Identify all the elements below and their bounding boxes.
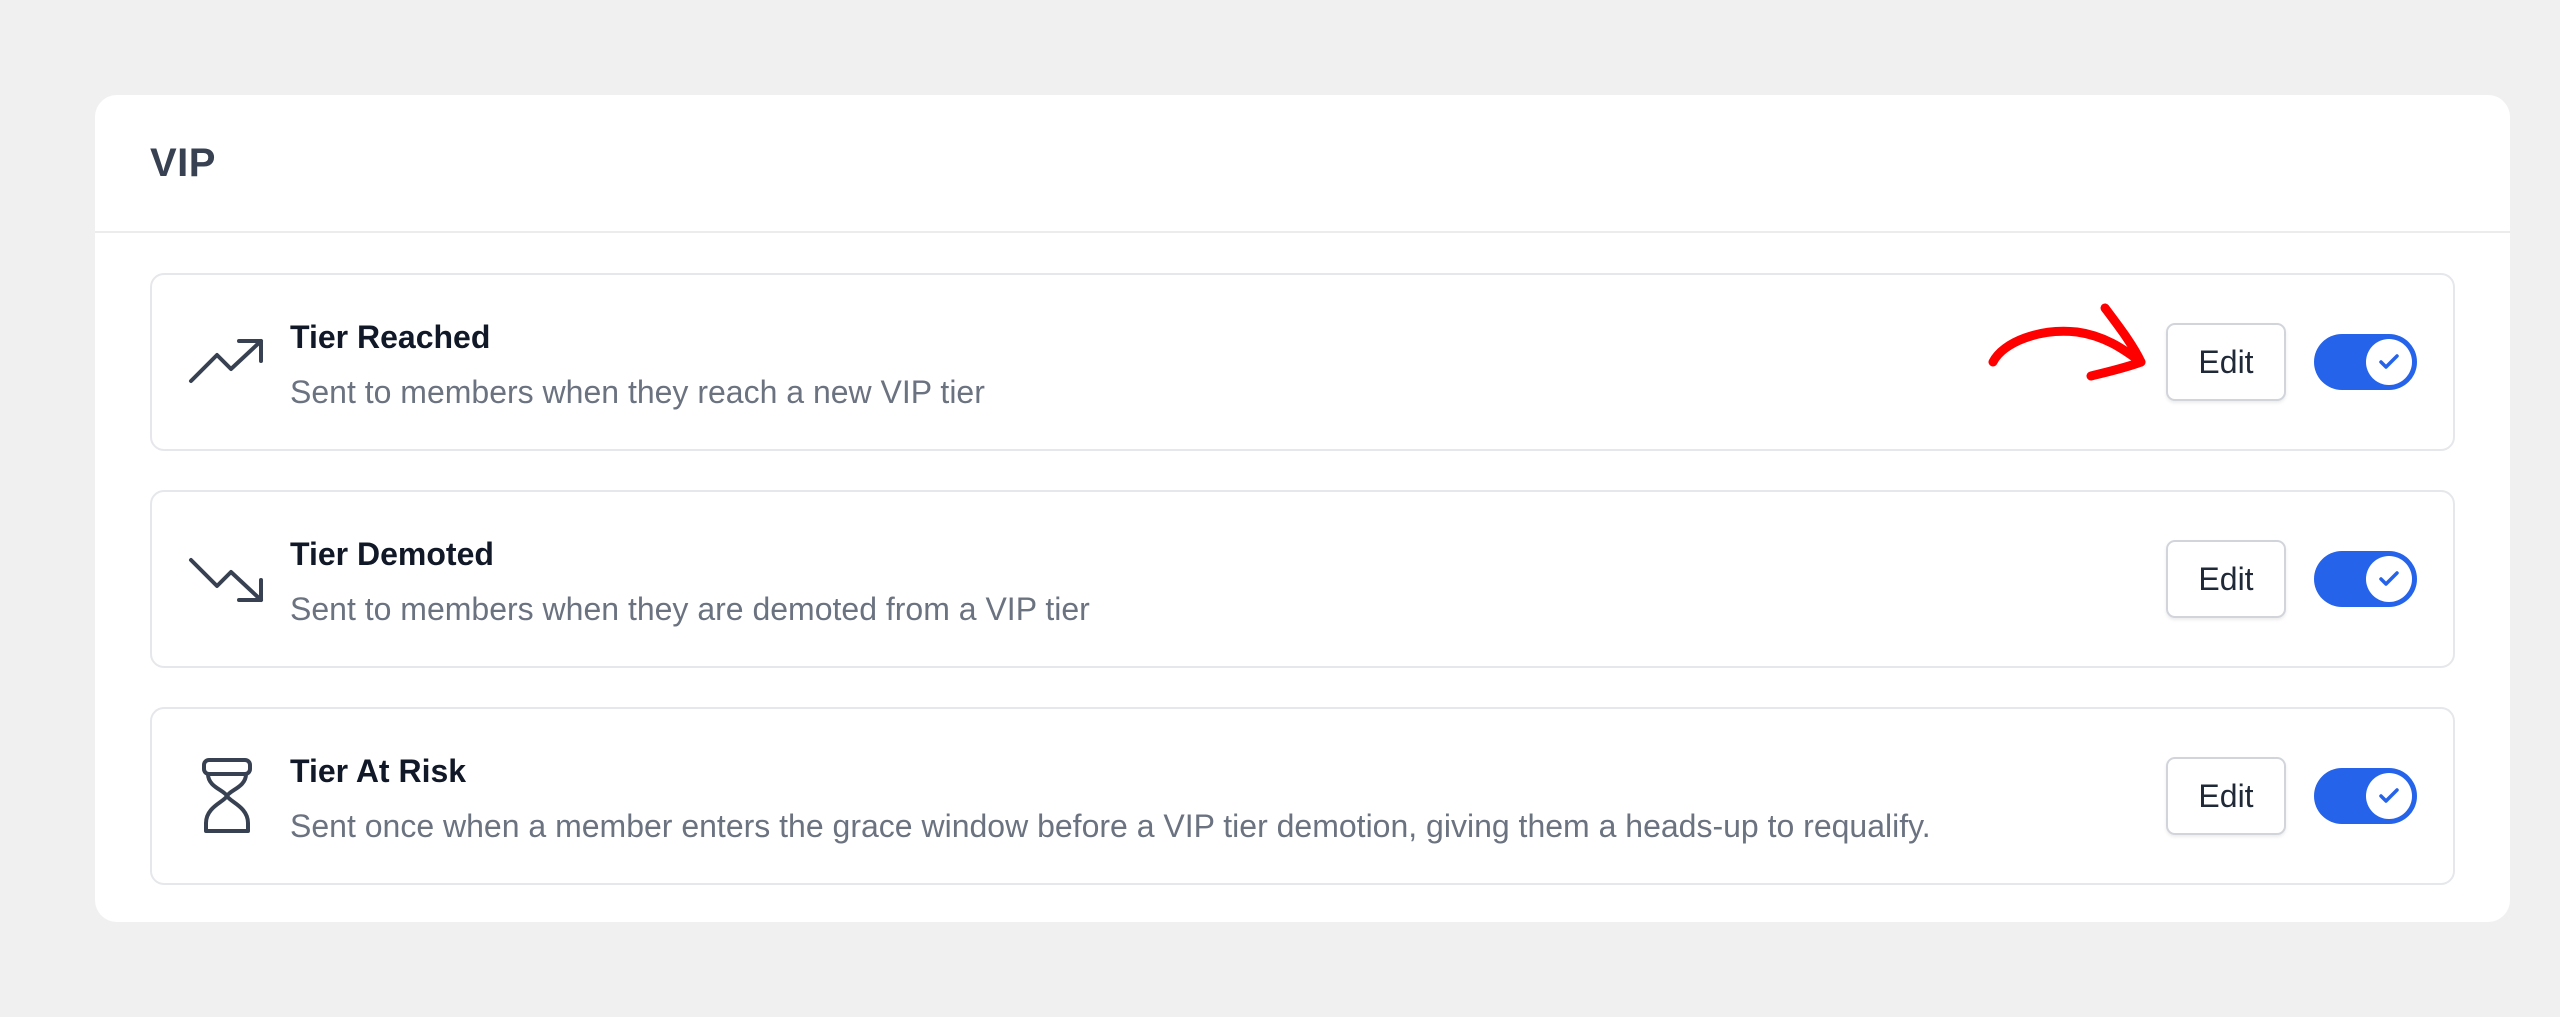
card-title: VIP	[150, 140, 216, 185]
row-description: Sent to members when they reach a new VI…	[290, 374, 985, 410]
edit-button[interactable]: Edit	[2166, 323, 2286, 401]
checkmark-icon	[2379, 354, 2399, 369]
row-description: Sent to members when they are demoted fr…	[290, 591, 1090, 627]
enabled-toggle[interactable]	[2314, 551, 2417, 607]
enabled-toggle[interactable]	[2314, 768, 2417, 824]
vip-card: VIP Tier Reached Sent to members when th…	[95, 95, 2510, 922]
card-header: VIP	[95, 95, 2510, 233]
checkmark-icon	[2379, 788, 2399, 803]
notification-list: Tier Reached Sent to members when they r…	[150, 273, 2455, 922]
checkmark-icon	[2379, 571, 2399, 586]
trending-up-icon	[186, 321, 268, 403]
row-text: Tier At Risk Sent once when a member ent…	[290, 751, 1931, 846]
row-text: Tier Demoted Sent to members when they a…	[290, 534, 1090, 629]
enabled-toggle[interactable]	[2314, 334, 2417, 390]
row-title: Tier Reached	[290, 319, 491, 355]
trending-down-icon	[186, 538, 268, 620]
toggle-knob	[2366, 339, 2412, 385]
row-title: Tier At Risk	[290, 753, 467, 789]
toggle-knob	[2366, 556, 2412, 602]
notification-row-tier-at-risk: Tier At Risk Sent once when a member ent…	[150, 707, 2455, 885]
edit-button[interactable]: Edit	[2166, 757, 2286, 835]
edit-button[interactable]: Edit	[2166, 540, 2286, 618]
row-title: Tier Demoted	[290, 536, 494, 572]
toggle-knob	[2366, 773, 2412, 819]
notification-row-tier-reached: Tier Reached Sent to members when they r…	[150, 273, 2455, 451]
row-text: Tier Reached Sent to members when they r…	[290, 317, 985, 412]
row-description: Sent once when a member enters the grace…	[290, 808, 1931, 844]
hourglass-icon	[186, 755, 268, 837]
notification-row-tier-demoted: Tier Demoted Sent to members when they a…	[150, 490, 2455, 668]
